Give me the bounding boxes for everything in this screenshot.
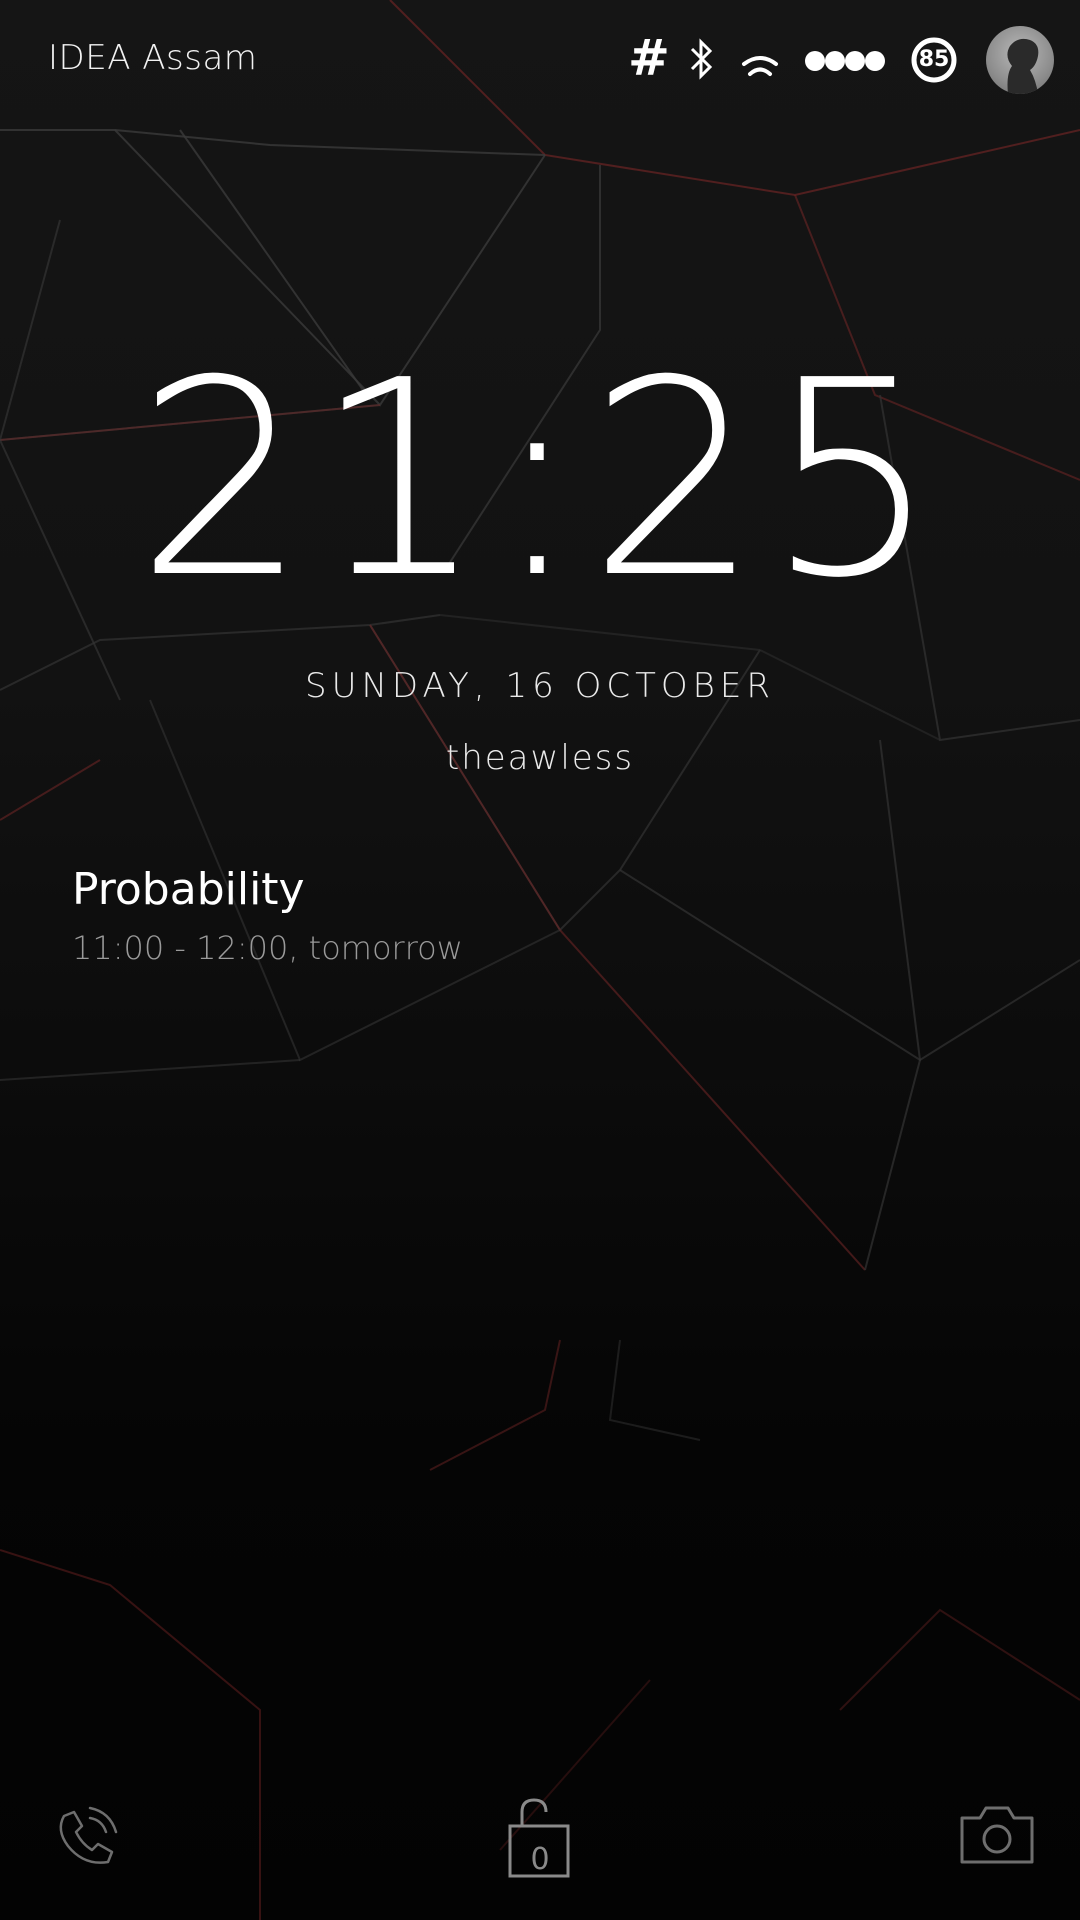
event-time: 11:00 - 12:00, tomorrow — [72, 929, 463, 967]
phone-icon[interactable] — [44, 1798, 124, 1878]
event-title: Probability — [72, 864, 305, 915]
upcoming-event[interactable]: Probability 11:00 - 12:00, tomorrow — [72, 862, 772, 968]
owner-info: theawless — [445, 738, 635, 778]
wifi-icon — [742, 56, 778, 76]
hash-icon: # — [628, 29, 670, 87]
avatar[interactable] — [986, 26, 1054, 94]
lock-screen: IDEA Assam # 85 21:25 SUNDAY, 16 OCTOBER… — [0, 0, 1080, 1920]
battery-icon: 85 — [910, 36, 958, 84]
carrier-name: IDEA Assam — [48, 38, 258, 78]
lockscreen-clock: 21:25 — [135, 322, 945, 637]
unlock-count: 0 — [530, 1842, 550, 1877]
bluetooth-icon — [690, 38, 713, 80]
camera-icon[interactable] — [958, 1804, 1036, 1866]
signal-strength-icon — [805, 51, 885, 71]
status-bar: IDEA Assam # 85 — [0, 0, 1080, 120]
lockscreen-date: SUNDAY, 16 OCTOBER — [305, 666, 775, 706]
battery-percent: 85 — [918, 47, 950, 72]
unlock-icon[interactable]: 0 — [504, 1796, 576, 1892]
